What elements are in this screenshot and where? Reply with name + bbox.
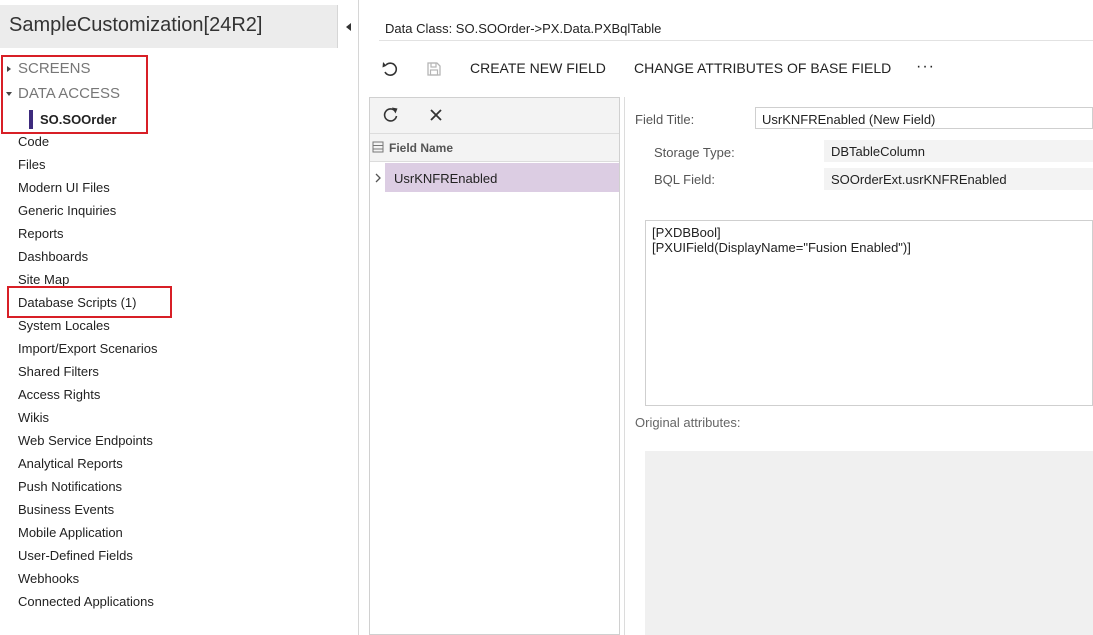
grid-header: Field Name bbox=[370, 134, 619, 162]
sidebar-item-connected-applications[interactable]: Connected Applications bbox=[18, 594, 154, 609]
bql-field-value: SOOrderExt.usrKNFREnabled bbox=[824, 168, 1093, 190]
undo-button[interactable] bbox=[379, 57, 401, 81]
undo-icon bbox=[382, 62, 398, 76]
column-settings-icon[interactable] bbox=[372, 141, 384, 153]
sidebar-item-analytical-reports[interactable]: Analytical Reports bbox=[18, 456, 123, 471]
collapse-left-icon bbox=[345, 22, 351, 31]
sidebar-item-business-events[interactable]: Business Events bbox=[18, 502, 114, 517]
save-icon bbox=[427, 62, 441, 76]
collapse-panel-button[interactable] bbox=[337, 5, 358, 48]
column-header-field-name[interactable]: Field Name bbox=[389, 141, 453, 155]
sidebar-item-mobile-application[interactable]: Mobile Application bbox=[18, 525, 123, 540]
field-name-cell[interactable]: UsrKNFREnabled bbox=[385, 163, 619, 192]
create-new-field-button[interactable]: CREATE NEW FIELD bbox=[470, 60, 606, 76]
original-attributes-label: Original attributes: bbox=[635, 415, 741, 430]
sidebar-item-wikis[interactable]: Wikis bbox=[18, 410, 49, 425]
sidebar-item-code[interactable]: Code bbox=[18, 134, 49, 149]
sidebar-item-dashboards[interactable]: Dashboards bbox=[18, 249, 88, 264]
annotation-box-tree bbox=[1, 55, 148, 134]
grid-toolbar bbox=[370, 98, 619, 134]
project-title: SampleCustomization[24R2] bbox=[9, 14, 263, 36]
chevron-right-icon bbox=[375, 173, 381, 182]
fields-grid: Field Name UsrKNFREnabled bbox=[369, 97, 620, 635]
annotation-box-database-scripts bbox=[7, 286, 172, 318]
sidebar-item-push-notifications[interactable]: Push Notifications bbox=[18, 479, 122, 494]
field-title-label: Field Title: bbox=[635, 112, 695, 127]
sidebar-item-user-defined-fields[interactable]: User-Defined Fields bbox=[18, 548, 133, 563]
header-divider bbox=[379, 40, 1093, 41]
field-title-input[interactable]: UsrKNFREnabled (New Field) bbox=[755, 107, 1093, 129]
sidebar-item-web-service-endpoints[interactable]: Web Service Endpoints bbox=[18, 433, 153, 448]
sidebar-item-webhooks[interactable]: Webhooks bbox=[18, 571, 79, 586]
delete-button[interactable] bbox=[427, 106, 447, 126]
refresh-button[interactable] bbox=[382, 106, 402, 126]
sidebar-item-site-map[interactable]: Site Map bbox=[18, 272, 69, 287]
project-header: SampleCustomization[24R2] bbox=[0, 5, 358, 48]
sidebar-item-reports[interactable]: Reports bbox=[18, 226, 64, 241]
save-button[interactable] bbox=[423, 57, 445, 81]
sidebar-item-modern-ui-files[interactable]: Modern UI Files bbox=[18, 180, 110, 195]
row-handle[interactable] bbox=[370, 163, 385, 192]
table-row[interactable]: UsrKNFREnabled bbox=[370, 163, 619, 192]
sidebar-item-system-locales[interactable]: System Locales bbox=[18, 318, 110, 333]
field-name-value: UsrKNFREnabled bbox=[394, 171, 498, 186]
close-icon bbox=[430, 109, 442, 121]
change-attributes-button[interactable]: CHANGE ATTRIBUTES OF BASE FIELD bbox=[634, 60, 891, 76]
sidebar-item-access-rights[interactable]: Access Rights bbox=[18, 387, 100, 402]
storage-type-label: Storage Type: bbox=[654, 145, 735, 160]
bql-field-label: BQL Field: bbox=[654, 172, 715, 187]
sidebar-item-shared-filters[interactable]: Shared Filters bbox=[18, 364, 99, 379]
data-class-label: Data Class: SO.SOOrder->PX.Data.PXBqlTab… bbox=[385, 21, 662, 36]
storage-type-value: DBTableColumn bbox=[824, 140, 1093, 162]
original-attributes-box bbox=[645, 451, 1093, 635]
sidebar-item-files[interactable]: Files bbox=[18, 157, 45, 172]
more-options-button[interactable]: ··· bbox=[916, 58, 935, 76]
refresh-icon bbox=[383, 107, 398, 122]
attributes-editor[interactable]: [PXDBBool] [PXUIField(DisplayName="Fusio… bbox=[645, 220, 1093, 406]
sidebar-item-import-export[interactable]: Import/Export Scenarios bbox=[18, 341, 157, 356]
sidebar-item-generic-inquiries[interactable]: Generic Inquiries bbox=[18, 203, 116, 218]
